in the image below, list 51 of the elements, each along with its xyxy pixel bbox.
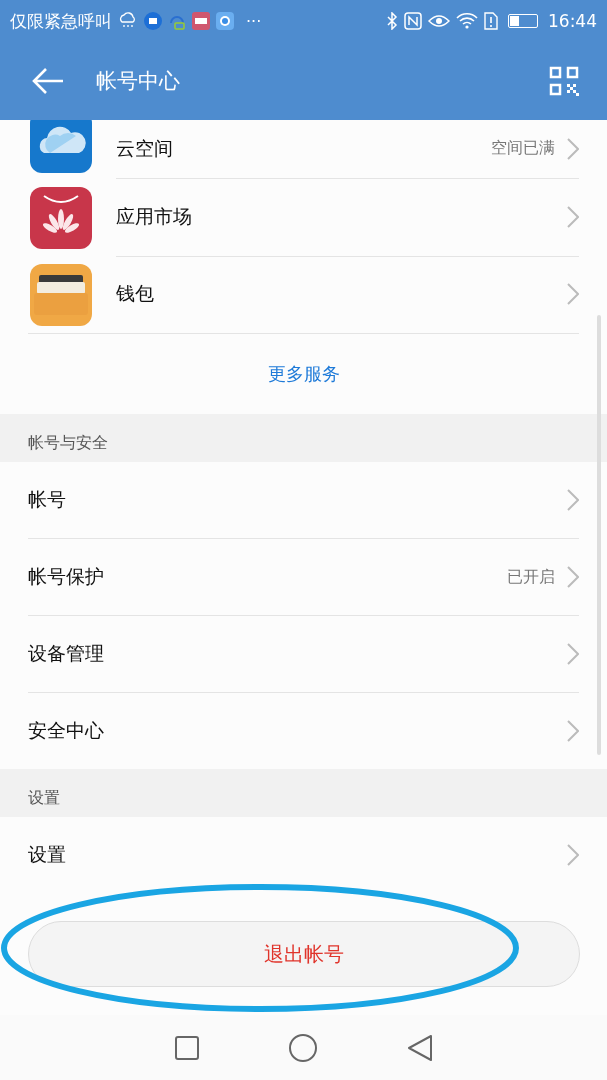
sim-alert-icon bbox=[484, 12, 498, 30]
settings-row[interactable]: 帐号 bbox=[28, 462, 579, 539]
app-notification-icon bbox=[144, 12, 162, 30]
cloud-rain-icon bbox=[118, 12, 138, 30]
service-row[interactable]: 应用市场 bbox=[0, 179, 607, 256]
battery-icon bbox=[508, 14, 538, 28]
wallet-app-icon bbox=[30, 263, 92, 326]
more-services-link[interactable]: 更多服务 bbox=[267, 362, 340, 386]
section-header: 设置 bbox=[28, 788, 60, 809]
chevron-right-icon bbox=[567, 566, 579, 588]
row-label: 帐号保护 bbox=[28, 564, 104, 589]
recents-icon[interactable] bbox=[174, 1034, 201, 1061]
settings-row[interactable]: 安全中心 bbox=[28, 693, 579, 769]
row-label: 安全中心 bbox=[28, 718, 104, 743]
chevron-right-icon bbox=[567, 720, 579, 742]
home-icon[interactable] bbox=[288, 1032, 319, 1063]
service-row[interactable]: 云空间 空间已满 bbox=[0, 120, 607, 179]
cloud-app-icon bbox=[30, 120, 92, 173]
settings-row[interactable]: 帐号保护 已开启 bbox=[28, 539, 579, 616]
row-label: 设置 bbox=[28, 842, 66, 867]
section-header: 帐号与安全 bbox=[28, 433, 108, 454]
eye-icon bbox=[428, 13, 450, 29]
back-arrow-icon[interactable] bbox=[32, 67, 64, 95]
service-label: 云空间 bbox=[116, 135, 173, 161]
service-label: 应用市场 bbox=[116, 204, 192, 229]
nfc-icon bbox=[404, 12, 422, 30]
logout-button[interactable]: 退出帐号 bbox=[27, 921, 580, 987]
more-notifications-text: ··· bbox=[246, 11, 262, 31]
circle-app-icon bbox=[216, 12, 234, 30]
chevron-right-icon bbox=[567, 489, 579, 511]
service-status: 空间已满 bbox=[491, 138, 555, 159]
row-label: 帐号 bbox=[28, 487, 66, 512]
back-icon[interactable] bbox=[406, 1033, 433, 1062]
settings-row[interactable]: 设置 bbox=[28, 817, 579, 893]
wifi-icon bbox=[456, 12, 478, 30]
carrier-text: 仅限紧急呼叫 bbox=[10, 9, 112, 33]
clock-text: 16:44 bbox=[548, 11, 597, 31]
shopping-bag-app-icon bbox=[30, 186, 92, 249]
chevron-right-icon bbox=[567, 643, 579, 665]
chevron-right-icon bbox=[567, 844, 579, 866]
row-label: 设备管理 bbox=[28, 641, 104, 666]
page-title: 帐号中心 bbox=[96, 68, 180, 95]
service-row[interactable]: 钱包 bbox=[0, 256, 607, 333]
qr-code-icon[interactable] bbox=[549, 66, 579, 96]
chevron-right-icon bbox=[567, 283, 579, 305]
settings-row[interactable]: 设备管理 bbox=[28, 616, 579, 693]
service-label: 钱包 bbox=[116, 281, 154, 306]
chevron-right-icon bbox=[567, 137, 579, 160]
bluetooth-icon bbox=[386, 12, 398, 30]
row-status: 已开启 bbox=[507, 566, 555, 588]
chevron-right-icon bbox=[567, 206, 579, 228]
